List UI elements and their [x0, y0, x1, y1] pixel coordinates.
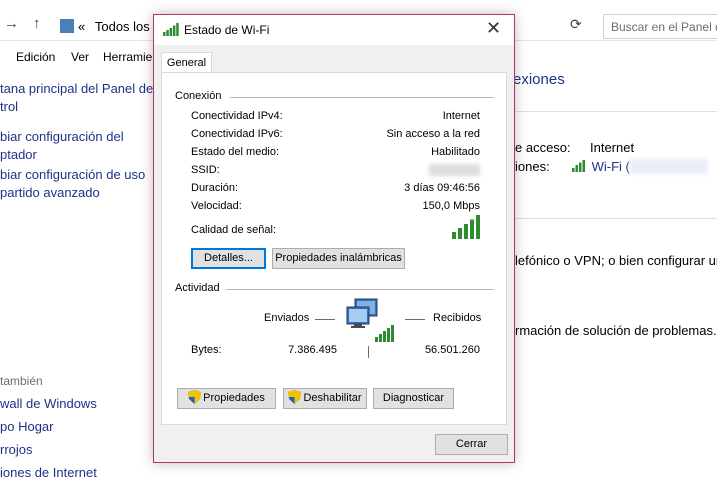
sidebar-link-line: trol	[0, 99, 19, 114]
bytes-sent-value: 7.386.495	[288, 344, 337, 356]
shield-icon	[188, 390, 202, 404]
signal-quality-label: Calidad de señal:	[191, 224, 277, 236]
see-also-infrared[interactable]: rrojos	[0, 441, 33, 459]
up-arrow-icon[interactable]: ↑	[33, 15, 41, 32]
main-title: exiones	[513, 71, 565, 88]
ipv4-label: Conectividad IPv4:	[191, 110, 283, 122]
general-tab-panel: Conexión Conectividad IPv4: Internet Con…	[161, 72, 507, 425]
access-type-value: Internet	[590, 140, 635, 155]
details-button[interactable]: Detalles...	[191, 248, 266, 269]
close-icon[interactable]: ✕	[486, 18, 501, 39]
menu-edicion[interactable]: Edición	[16, 50, 55, 64]
bytes-label: Bytes:	[191, 344, 222, 356]
access-type-label: e acceso:	[515, 140, 571, 155]
connection-group-heading: Conexión	[175, 90, 222, 102]
bytes-received-value: 56.501.260	[424, 344, 480, 356]
search-placeholder: Buscar en el Panel d	[611, 20, 717, 34]
ssid-label: SSID:	[191, 164, 220, 176]
received-label: Recibidos	[433, 312, 482, 324]
ipv6-label: Conectividad IPv6:	[191, 128, 283, 140]
duration-value: 3 días 09:46:56	[404, 182, 480, 194]
activity-group-line	[226, 289, 494, 290]
troubleshoot-text[interactable]: rmación de solución de problemas.	[515, 323, 717, 338]
media-state-label: Estado del medio:	[191, 146, 280, 158]
menu-herramientas[interactable]: Herramie	[103, 50, 152, 64]
dialog-titlebar: Estado de Wi-Fi ✕	[154, 15, 514, 45]
forward-arrow-icon[interactable]: →	[4, 15, 19, 32]
wifi-signal-icon	[163, 23, 179, 36]
wifi-connection-link[interactable]: Wi-Fi (XXXXXXXXX	[572, 159, 708, 174]
main-divider	[515, 111, 717, 112]
redacted-ssid: XXXXXXXXX	[629, 159, 708, 174]
network-activity-icon	[346, 298, 394, 342]
address-back-chevron: «	[78, 19, 86, 34]
wireless-properties-button[interactable]: Propiedades inalámbricas	[272, 248, 405, 269]
wifi-signal-icon	[572, 160, 585, 172]
sidebar-link-line: tana principal del Panel de	[0, 81, 154, 96]
sidebar-link-line: partido avanzado	[0, 185, 100, 200]
sidebar-link-panel-home[interactable]: tana principal del Panel de trol	[0, 80, 153, 116]
address-bar[interactable]: « Todos los e	[78, 19, 161, 34]
ssid-value: XXXXXXX	[428, 164, 480, 176]
see-also-heading: también	[0, 374, 43, 388]
diagnose-button[interactable]: Diagnosticar	[373, 388, 454, 409]
connection-group-line	[230, 97, 494, 98]
sent-label: Enviados	[264, 312, 310, 324]
speed-label: Velocidad:	[191, 200, 242, 212]
sidebar-link-line: biar configuración de uso	[0, 167, 146, 182]
see-also-firewall[interactable]: wall de Windows	[0, 395, 97, 413]
menu-ver[interactable]: Ver	[71, 50, 89, 64]
ipv6-value: Sin acceso a la red	[386, 128, 480, 140]
sidebar-link-advanced-sharing[interactable]: biar configuración de uso partido avanza…	[0, 166, 145, 202]
media-state-value: Habilitado	[431, 146, 480, 158]
control-panel-icon	[60, 19, 74, 33]
disable-button[interactable]: Deshabilitar	[283, 388, 367, 409]
ipv4-value: Internet	[442, 110, 480, 122]
properties-button-label: Propiedades	[203, 392, 265, 404]
wifi-connection-label: Wi-Fi (	[591, 159, 630, 174]
see-also-internet-options[interactable]: iones de Internet	[0, 464, 97, 482]
wifi-status-dialog: Estado de Wi-Fi ✕ General Conexión Conec…	[153, 14, 515, 463]
speed-value: 150,0 Mbps	[422, 200, 480, 212]
sidebar-link-line: biar configuración del	[0, 129, 124, 144]
sidebar-link-line: ptador	[0, 147, 37, 162]
close-button[interactable]: Cerrar	[435, 434, 508, 455]
see-also-homegroup[interactable]: po Hogar	[0, 418, 53, 436]
dialog-title: Estado de Wi-Fi	[184, 23, 270, 37]
activity-group-heading: Actividad	[175, 282, 220, 294]
redacted-ssid: XXXXXXX	[428, 164, 480, 176]
refresh-icon[interactable]: ⟳	[570, 16, 582, 33]
bytes-divider	[368, 346, 369, 358]
shield-icon	[288, 390, 302, 404]
disable-button-label: Deshabilitar	[303, 392, 362, 404]
signal-strength-icon	[452, 215, 480, 239]
received-line	[405, 319, 425, 320]
sent-line	[315, 319, 335, 320]
main-divider-2	[515, 218, 717, 219]
duration-label: Duración:	[191, 182, 239, 194]
setup-connection-text[interactable]: lefónico o VPN; o bien configurar un	[515, 253, 717, 268]
tab-general[interactable]: General	[161, 52, 212, 73]
connections-label: iones:	[515, 159, 550, 174]
address-path: Todos los e	[94, 19, 161, 34]
properties-button[interactable]: Propiedades	[177, 388, 276, 409]
sidebar-link-adapter-settings[interactable]: biar configuración del ptador	[0, 128, 124, 164]
